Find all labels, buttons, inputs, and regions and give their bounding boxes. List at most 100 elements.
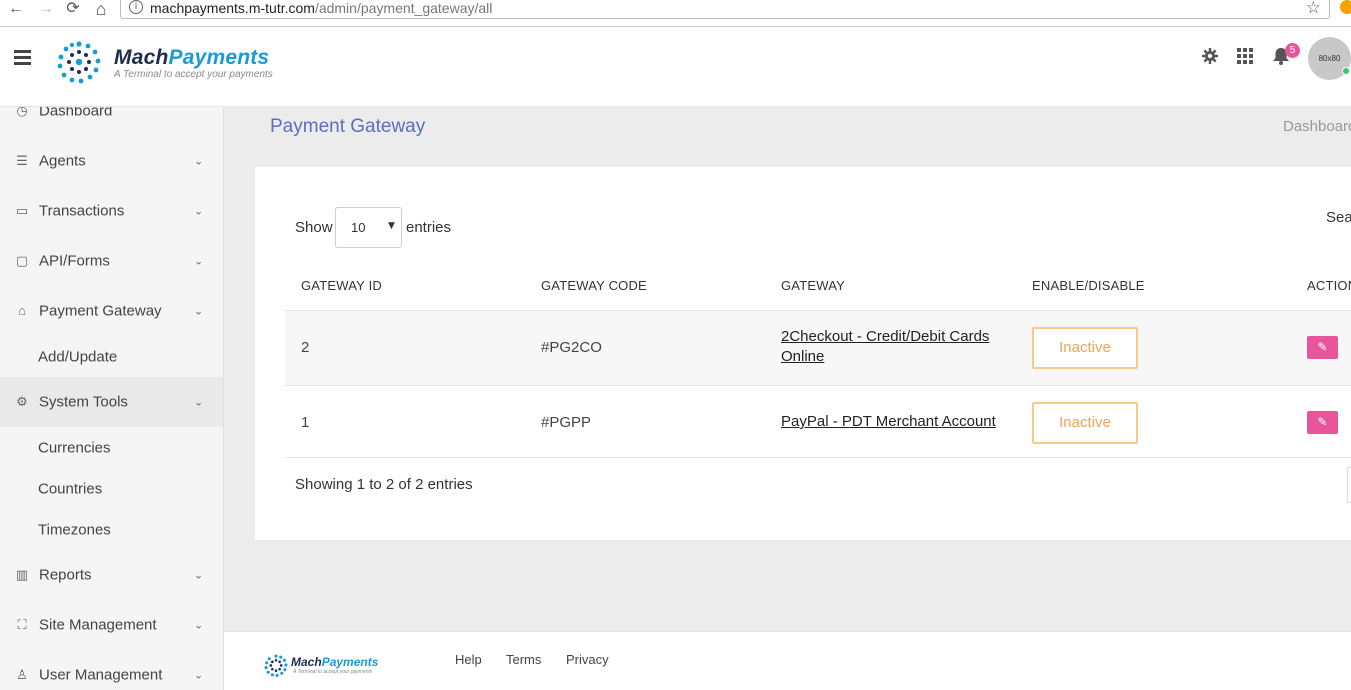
cell-gateway-id: 2 (301, 339, 310, 356)
column-header-action: ACTION (1307, 278, 1351, 293)
edit-button[interactable]: ✎ (1307, 411, 1338, 434)
sidebar-item-api-forms[interactable]: ▢ API/Forms ⌄ (0, 236, 223, 286)
footer (224, 631, 1351, 690)
url-text[interactable]: machpayments.m-tutr.com/admin/payment_ga… (150, 0, 492, 16)
sidebar-subitem-timezones[interactable]: Timezones (0, 509, 223, 550)
bookmark-star-icon[interactable]: ☆ (1306, 0, 1321, 18)
sidebar-item-dashboard[interactable]: ◷ Dashboard (0, 107, 223, 136)
reload-icon[interactable]: ⟳ (63, 0, 83, 18)
sidebar-item-label: Transactions (39, 202, 125, 220)
forward-icon[interactable]: → (36, 0, 56, 18)
sidebar-item-label: Countries (38, 480, 103, 497)
footer-link-privacy[interactable]: Privacy (566, 652, 609, 667)
brand-payments: Payments (168, 46, 270, 69)
dashboard-icon: ◷ (16, 107, 28, 118)
footer-tagline: A Terminal to accept your payments (293, 669, 373, 675)
chevron-down-icon: ⌄ (194, 304, 204, 318)
chevron-down-icon: ⌄ (194, 618, 204, 632)
sidebar-item-reports[interactable]: ▥ Reports ⌄ (0, 550, 223, 600)
sidebar-item-label: User Management (39, 666, 163, 684)
entries-label: entries (406, 219, 452, 236)
gateway-link[interactable]: 2Checkout - Credit/Debit Cards Online (781, 327, 1011, 367)
footer-link-terms[interactable]: Terms (506, 652, 541, 667)
list-icon: ☰ (16, 153, 28, 168)
column-header-enable-disable[interactable]: ENABLE/DISABLE (1032, 278, 1145, 293)
menu-toggle-icon[interactable] (14, 50, 31, 65)
pagination[interactable] (1347, 467, 1351, 503)
page-size-value: 10 (351, 220, 366, 235)
sidebar-item-label: Add/Update (38, 348, 118, 365)
online-status-dot (1342, 67, 1350, 75)
column-header-gateway-code[interactable]: GATEWAY CODE (541, 278, 647, 293)
search-label: Search: (1326, 209, 1351, 226)
search-label-clip: Search: (1326, 209, 1351, 229)
select-caret-icon: ▼ (388, 221, 395, 231)
column-header-action-clip: ACTION (1307, 278, 1351, 294)
extension-icon[interactable] (1340, 0, 1351, 14)
sidebar-item-label: System Tools (39, 393, 128, 411)
sidebar-item-system-tools[interactable]: ⚙ System Tools ⌄ (0, 377, 223, 427)
address-bar[interactable]: i machpayments.m-tutr.com/admin/payment_… (120, 0, 1330, 19)
settings-gear-icon[interactable] (1202, 48, 1218, 64)
sidebar-subitem-currencies[interactable]: Currencies (0, 427, 223, 468)
breadcrumb-dashboard[interactable]: Dashboard (1283, 118, 1351, 135)
chevron-down-icon: ⌄ (194, 254, 204, 268)
chevron-down-icon: ⌄ (194, 395, 204, 409)
user-icon: ♙ (16, 667, 28, 682)
edit-icon: ✎ (1317, 340, 1328, 354)
edit-button[interactable]: ✎ (1307, 336, 1338, 359)
sidebar-item-label: Currencies (38, 439, 111, 456)
sidebar-item-label: Site Management (39, 616, 157, 634)
cell-gateway-id: 1 (301, 414, 310, 431)
status-toggle-button[interactable]: Inactive (1032, 402, 1138, 444)
frame-icon: ⛶ (17, 617, 27, 632)
sidebar-item-label: API/Forms (39, 252, 110, 270)
url-path: /admin/payment_gateway/all (314, 0, 493, 16)
status-toggle-button[interactable]: Inactive (1032, 327, 1138, 369)
home-icon[interactable]: ⌂ (91, 0, 111, 18)
chevron-down-icon: ⌄ (194, 668, 204, 682)
chevron-down-icon: ⌄ (194, 204, 204, 218)
page-title: Payment Gateway (270, 116, 426, 137)
column-header-gateway[interactable]: GATEWAY (781, 278, 845, 293)
sidebar-item-label: Agents (39, 152, 86, 170)
footer-brand-payments: Payments (321, 655, 379, 669)
footer-brand: MachPayments (291, 655, 378, 669)
sidebar-item-label: Reports (39, 566, 92, 584)
chevron-down-icon: ⌄ (194, 568, 204, 582)
cell-gateway-code: #PG2CO (541, 339, 602, 356)
back-icon[interactable]: ← (6, 0, 26, 18)
browser-toolbar: ← → ⟳ ⌂ i machpayments.m-tutr.com/admin/… (0, 0, 1351, 27)
footer-link-help[interactable]: Help (455, 652, 482, 667)
top-header: MachPayments A Terminal to accept your p… (0, 27, 1351, 107)
sidebar-subitem-countries[interactable]: Countries (0, 468, 223, 509)
bag-icon: ⌂ (18, 303, 26, 318)
apps-grid-icon[interactable] (1237, 48, 1253, 64)
brand-name: MachPayments (114, 46, 269, 70)
page-size-select[interactable]: 10 ▼ (335, 207, 402, 248)
footer-logo-icon (264, 654, 288, 677)
sidebar-item-label: Payment Gateway (39, 302, 162, 320)
column-header-gateway-id[interactable]: GATEWAY ID (301, 278, 382, 293)
edit-icon: ✎ (1317, 415, 1328, 429)
sidebar-item-site-management[interactable]: ⛶ Site Management ⌄ (0, 600, 223, 650)
show-label: Show (295, 219, 333, 236)
gear-icon: ⚙ (16, 394, 28, 409)
sidebar-subitem-add-update[interactable]: Add/Update (0, 336, 223, 377)
transactions-icon: ▭ (15, 203, 29, 218)
sidebar-item-user-management[interactable]: ♙ User Management ⌄ (0, 650, 223, 690)
gateway-link[interactable]: PayPal - PDT Merchant Account (781, 412, 996, 432)
machpayments-logo-icon[interactable] (55, 40, 103, 86)
sidebar-item-payment-gateway[interactable]: ⌂ Payment Gateway ⌄ (0, 286, 223, 336)
sidebar-item-agents[interactable]: ☰ Agents ⌄ (0, 136, 223, 186)
sidebar: ◷ Dashboard ☰ Agents ⌄ ▭ Transactions ⌄ … (0, 107, 224, 690)
cell-gateway-code: #PGPP (541, 414, 592, 431)
footer-brand-mach: Mach (291, 655, 322, 669)
chevron-down-icon: ⌄ (194, 154, 204, 168)
brand-tagline: A Terminal to accept your payments (114, 69, 273, 80)
sidebar-item-transactions[interactable]: ▭ Transactions ⌄ (0, 186, 223, 236)
chart-icon: ▥ (15, 567, 29, 582)
sidebar-item-label: Dashboard (39, 107, 113, 120)
site-info-icon[interactable]: i (129, 0, 143, 14)
monitor-icon: ▢ (15, 253, 29, 268)
